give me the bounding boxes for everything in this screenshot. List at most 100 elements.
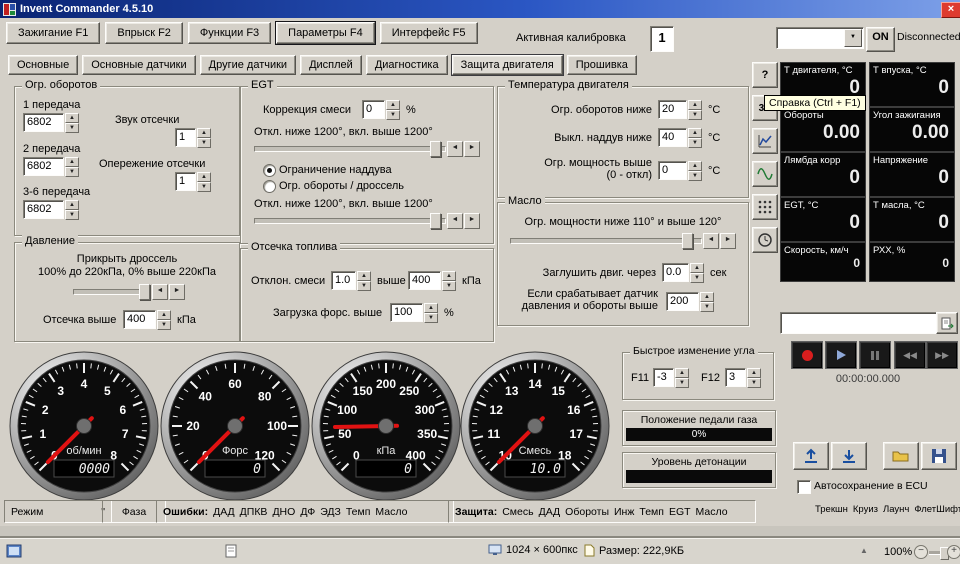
zoom-slider[interactable]	[929, 551, 947, 555]
slider-left-icon[interactable]: ◄	[447, 141, 463, 157]
chevron-up-icon[interactable]: ▲	[860, 546, 868, 555]
subtab-other-sensors[interactable]: Другие датчики	[200, 55, 296, 75]
pressure-cutoff-spinner[interactable]: 400 ▲▼	[123, 310, 171, 329]
power-above-spinner[interactable]: 0 ▲▼	[658, 161, 702, 180]
egt-rev-slider[interactable]: ◄ ►	[254, 214, 480, 228]
forward-button[interactable]: ▶▶	[926, 341, 958, 369]
cut-advance-spinner[interactable]: 1 ▲▼	[175, 172, 211, 191]
spin-up-icon[interactable]: ▲	[688, 100, 702, 110]
spin-up-icon[interactable]: ▲	[424, 303, 438, 313]
spin-up-icon[interactable]: ▲	[65, 200, 79, 210]
spin-down-icon[interactable]: ▼	[688, 138, 702, 148]
spin-up-icon[interactable]: ▲	[197, 172, 211, 182]
zoom-in-button[interactable]: +	[947, 545, 960, 559]
spin-down-icon[interactable]: ▼	[65, 210, 79, 220]
slider-right-icon[interactable]: ►	[464, 213, 480, 229]
f11-spinner[interactable]: -3 ▲▼	[653, 368, 689, 387]
subtab-basic[interactable]: Основные	[8, 55, 78, 75]
above-kpa-spinner[interactable]: 400 ▲▼	[408, 271, 456, 290]
active-calibration-value[interactable]: 1	[650, 26, 674, 52]
spin-up-icon[interactable]: ▲	[197, 128, 211, 138]
slider-right-icon[interactable]: ►	[169, 284, 185, 300]
cut-sound-spinner[interactable]: 1 ▲▼	[175, 128, 211, 147]
spin-up-icon[interactable]: ▲	[688, 128, 702, 138]
tab-interface-f5[interactable]: Интерфейс F5	[380, 22, 478, 44]
subtab-firmware[interactable]: Прошивка	[567, 55, 637, 75]
read-ecu-button[interactable]	[831, 442, 867, 470]
egt-boost-slider[interactable]: ◄ ►	[254, 142, 480, 156]
spin-down-icon[interactable]: ▼	[675, 378, 689, 388]
spin-up-icon[interactable]: ▲	[688, 161, 702, 171]
f12-spinner[interactable]: 3 ▲▼	[725, 368, 761, 387]
spin-down-icon[interactable]: ▼	[690, 273, 704, 283]
spin-up-icon[interactable]: ▲	[157, 310, 171, 320]
subtab-main-sensors[interactable]: Основные датчики	[82, 55, 195, 75]
close-button[interactable]: ×	[941, 2, 960, 18]
spin-up-icon[interactable]: ▲	[675, 368, 689, 378]
spin-down-icon[interactable]: ▼	[197, 138, 211, 148]
rewind-button[interactable]: ◀◀	[894, 341, 926, 369]
matrix-button[interactable]	[752, 194, 778, 220]
play-button[interactable]	[825, 341, 857, 369]
boost-limit-radio[interactable]	[263, 164, 276, 177]
spin-up-icon[interactable]: ▲	[65, 157, 79, 167]
slider-left-icon[interactable]: ◄	[703, 233, 719, 249]
spin-up-icon[interactable]: ▲	[386, 100, 400, 110]
spin-down-icon[interactable]: ▼	[700, 302, 714, 312]
spin-down-icon[interactable]: ▼	[688, 171, 702, 181]
boost-off-spinner[interactable]: 40 ▲▼	[658, 128, 702, 147]
timer-button[interactable]	[752, 227, 778, 253]
subtab-display[interactable]: Дисплей	[300, 55, 362, 75]
chart-button[interactable]	[752, 128, 778, 154]
save-file-button[interactable]	[921, 442, 957, 470]
record-button[interactable]	[791, 341, 823, 369]
gear36-spinner[interactable]: 6802 ▲▼	[23, 200, 79, 219]
rev-below-spinner[interactable]: 20 ▲▼	[658, 100, 702, 119]
spin-down-icon[interactable]: ▼	[157, 320, 171, 330]
spin-down-icon[interactable]: ▼	[65, 167, 79, 177]
pause-button[interactable]	[859, 341, 891, 369]
spin-up-icon[interactable]: ▲	[357, 271, 371, 281]
spin-up-icon[interactable]: ▲	[690, 263, 704, 273]
zoom-out-button[interactable]: −	[914, 545, 928, 559]
gear1-spinner[interactable]: 6802 ▲▼	[23, 113, 79, 132]
spin-down-icon[interactable]: ▼	[65, 123, 79, 133]
spin-up-icon[interactable]: ▲	[442, 271, 456, 281]
tab-injection-f2[interactable]: Впрыск F2	[105, 22, 183, 44]
tab-ignition-f1[interactable]: Зажигание F1	[6, 22, 100, 44]
tab-parameters-f4[interactable]: Параметры F4	[276, 22, 375, 44]
slider-thumb[interactable]	[682, 233, 693, 249]
engine-shutdown-spinner[interactable]: 0.0 ▲▼	[662, 263, 704, 282]
slider-right-icon[interactable]: ►	[464, 141, 480, 157]
spin-up-icon[interactable]: ▲	[747, 368, 761, 378]
injector-load-spinner[interactable]: 100 ▲▼	[390, 303, 438, 322]
mixture-corr-spinner[interactable]: 0 ▲▼	[362, 100, 400, 119]
subtab-engine-protection[interactable]: Защита двигателя	[452, 55, 563, 75]
help-button[interactable]: ?	[752, 62, 778, 88]
spin-down-icon[interactable]: ▼	[442, 281, 456, 291]
spin-down-icon[interactable]: ▼	[197, 182, 211, 192]
subtab-diagnostics[interactable]: Диагностика	[366, 55, 448, 75]
pressure-throttle-slider[interactable]: ◄ ►	[73, 285, 185, 299]
open-file-button[interactable]	[883, 442, 919, 470]
spin-up-icon[interactable]: ▲	[65, 113, 79, 123]
scope-button[interactable]	[752, 161, 778, 187]
autosave-checkbox[interactable]	[797, 480, 811, 494]
slider-right-icon[interactable]: ►	[720, 233, 736, 249]
oil-sensor-rpm-spinner[interactable]: 200 ▲▼	[666, 292, 714, 311]
rev-throttle-radio[interactable]	[263, 180, 276, 193]
spin-down-icon[interactable]: ▼	[386, 110, 400, 120]
write-ecu-button[interactable]	[793, 442, 829, 470]
spin-down-icon[interactable]: ▼	[688, 110, 702, 120]
connection-port-select[interactable]: ▼	[776, 27, 864, 49]
slider-thumb[interactable]	[139, 284, 150, 300]
slider-left-icon[interactable]: ◄	[447, 213, 463, 229]
spin-down-icon[interactable]: ▼	[424, 313, 438, 323]
spin-down-icon[interactable]: ▼	[747, 378, 761, 388]
gear2-spinner[interactable]: 6802 ▲▼	[23, 157, 79, 176]
spin-down-icon[interactable]: ▼	[357, 281, 371, 291]
spin-up-icon[interactable]: ▲	[700, 292, 714, 302]
log-file-input[interactable]	[780, 312, 938, 334]
tab-functions-f3[interactable]: Функции F3	[188, 22, 271, 44]
chevron-down-icon[interactable]: ▼	[844, 29, 862, 47]
